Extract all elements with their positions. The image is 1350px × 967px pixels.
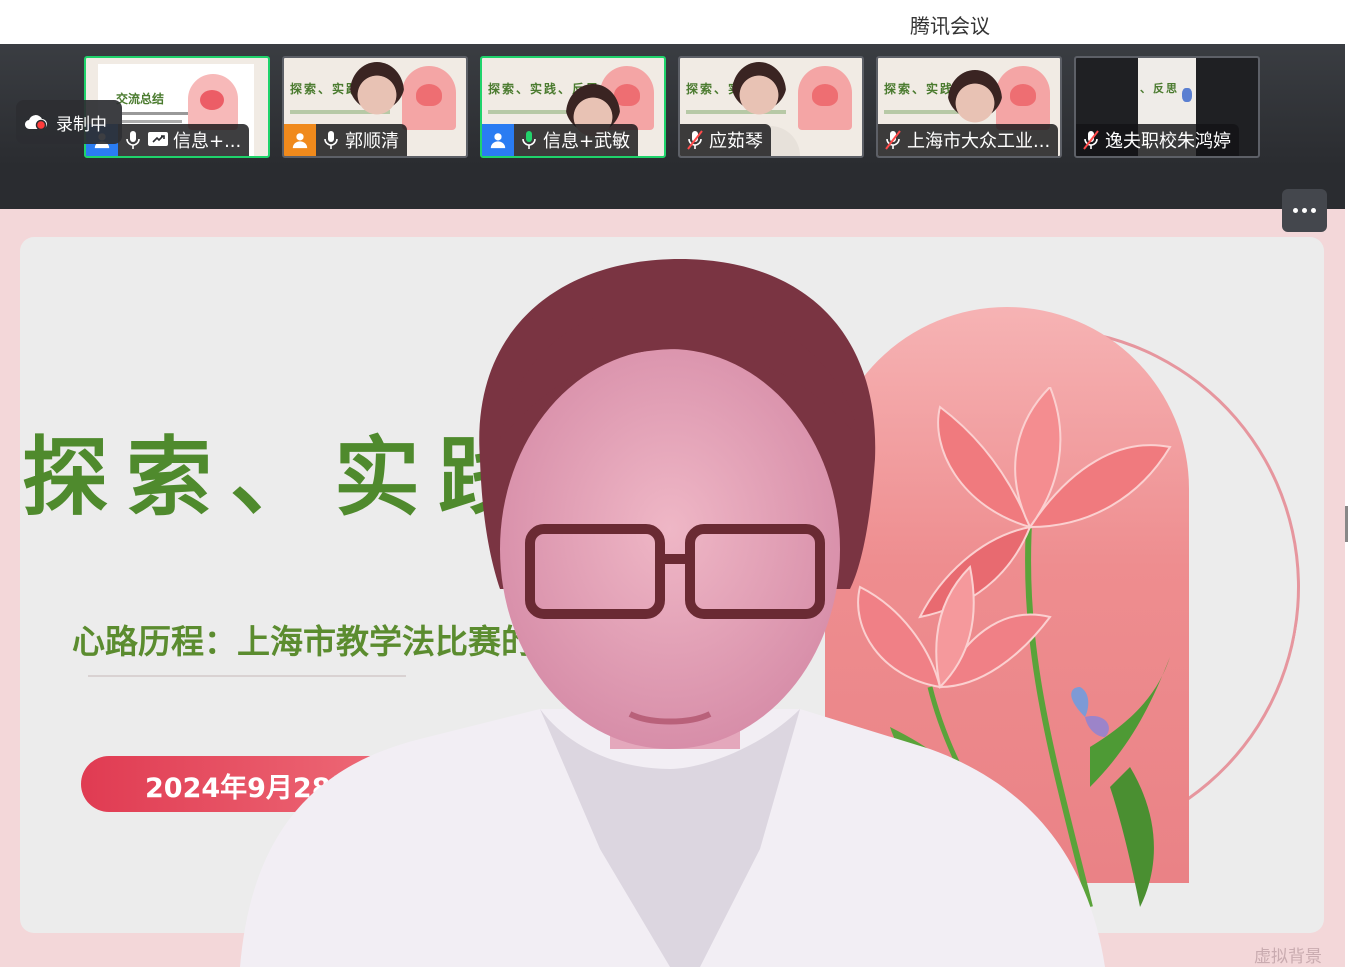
microphone-muted-icon[interactable] xyxy=(684,129,706,151)
user-icon xyxy=(482,124,514,156)
participant-name: 信息+武敏 xyxy=(543,131,631,152)
microphone-muted-icon[interactable] xyxy=(882,129,904,151)
participant-namebar: 信息+武敏 xyxy=(482,124,639,156)
scrollbar-thumb[interactable] xyxy=(1345,506,1348,542)
user-icon xyxy=(284,124,316,156)
participant-namebar: 上海市大众工业... xyxy=(878,124,1059,156)
title-bar: 腾讯会议 xyxy=(0,0,1350,44)
participant-tile[interactable]: 探索、实践、反思 信息+武敏 xyxy=(480,56,666,158)
screen-share-icon xyxy=(148,132,168,146)
microphone-muted-icon[interactable] xyxy=(1080,129,1102,151)
thumb-title: 、反思 xyxy=(1140,82,1179,95)
participant-name: 上海市大众工业... xyxy=(907,131,1051,152)
participant-name: 信息+... xyxy=(173,131,242,152)
cloud-record-icon xyxy=(24,115,47,131)
microphone-icon[interactable] xyxy=(518,129,540,151)
participant-name: 郭顺清 xyxy=(345,131,399,152)
main-video-stage: 探索、实践 心路历程：上海市教学法比赛的 2024年9月28日 虚拟背景 xyxy=(0,209,1345,967)
more-dots-icon[interactable] xyxy=(1282,189,1327,232)
thumb-title: 交流总结 xyxy=(116,92,165,106)
participant-video xyxy=(350,62,404,122)
participant-video xyxy=(948,70,1002,130)
participant-tile[interactable]: 、反思 逸夫职校朱鸿婷 xyxy=(1074,56,1260,158)
participant-tile[interactable]: 探索、实践 郭顺清 xyxy=(282,56,468,158)
virtual-background-watermark: 虚拟背景 xyxy=(1254,947,1322,967)
microphone-icon[interactable] xyxy=(320,129,342,151)
participant-tile[interactable]: 探索、实 应茹琴 xyxy=(678,56,864,158)
participant-video xyxy=(732,62,786,122)
participant-tile[interactable]: 探索、实践、 上海市大众工业... xyxy=(876,56,1062,158)
recording-label: 录制中 xyxy=(56,114,107,135)
participant-namebar: 郭顺清 xyxy=(284,124,407,156)
participant-name: 逸夫职校朱鸿婷 xyxy=(1105,131,1231,152)
speaker-video xyxy=(240,259,1105,967)
window-title: 腾讯会议 xyxy=(910,14,990,38)
microphone-icon[interactable] xyxy=(122,129,144,151)
participant-name: 应茹琴 xyxy=(709,131,763,152)
participant-namebar: 逸夫职校朱鸿婷 xyxy=(1076,124,1239,156)
recording-indicator[interactable]: 录制中 xyxy=(16,100,122,144)
participant-namebar: 应茹琴 xyxy=(680,124,771,156)
strip-divider xyxy=(0,170,1345,209)
